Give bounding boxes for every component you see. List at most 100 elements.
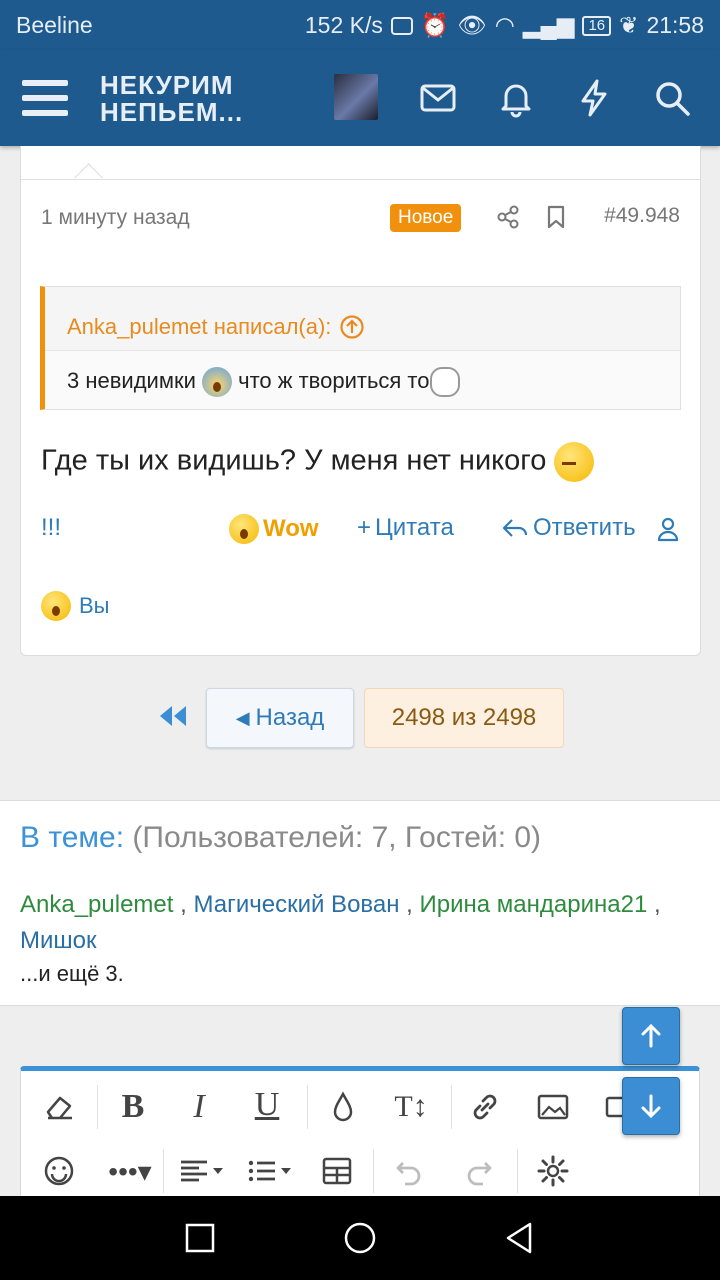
new-badge: Новое xyxy=(390,204,462,232)
prev-page-button[interactable]: ◀ Назад xyxy=(206,688,354,748)
reply-button[interactable]: Ответить xyxy=(501,514,636,542)
wow-emoji-icon xyxy=(229,514,259,544)
more-options-icon[interactable]: •••▾ xyxy=(103,1151,157,1191)
toolbar-divider xyxy=(373,1149,374,1193)
prev-page-label: Назад xyxy=(255,704,325,731)
quote-text: 3 невидимки что ж твориться то xyxy=(45,351,680,397)
post-text: Где ты их видишь? У меня нет никого xyxy=(41,444,547,477)
italic-icon[interactable]: I xyxy=(179,1087,219,1127)
editor-toolbar: B I U T↕ •••▾ xyxy=(20,1066,700,1200)
quote-header[interactable]: Anka_pulemet написал(а): xyxy=(45,287,680,351)
bell-icon[interactable] xyxy=(496,78,536,118)
wow-reaction-button[interactable]: Wow xyxy=(229,514,319,544)
redo-icon[interactable] xyxy=(459,1151,499,1191)
reactions-by: Вы xyxy=(79,593,110,618)
link-icon[interactable] xyxy=(465,1087,505,1127)
online-user[interactable]: Магический Вован xyxy=(193,891,399,918)
scroll-bottom-button[interactable] xyxy=(622,1077,680,1135)
emoji-icon[interactable] xyxy=(39,1151,79,1191)
font-size-icon[interactable]: T↕ xyxy=(383,1087,439,1127)
reactions-summary[interactable]: Вы xyxy=(41,591,110,621)
card-notch xyxy=(71,160,107,178)
arrow-up-circle-icon[interactable] xyxy=(339,314,365,340)
battery-icon: 16 xyxy=(582,15,612,36)
toolbar-divider xyxy=(307,1085,308,1129)
post-number[interactable]: #49.948 xyxy=(604,204,680,228)
quote-author[interactable]: Anka_pulemet написал(а): xyxy=(67,314,331,340)
post-time[interactable]: 1 минуту назад xyxy=(41,206,190,230)
settings-icon[interactable] xyxy=(533,1151,573,1191)
system-nav-bar xyxy=(0,1196,720,1280)
logo-line1: НЕКУРИМ xyxy=(100,70,234,100)
quote-text-part2: что ж твориться то xyxy=(238,367,430,393)
bolt-icon[interactable] xyxy=(574,78,614,118)
home-icon[interactable] xyxy=(342,1220,378,1256)
divider xyxy=(21,179,700,180)
online-users-block: В теме: (Пользователей: 7, Гостей: 0) An… xyxy=(0,800,720,1006)
signal-icon: ▂▄▆ xyxy=(522,12,575,38)
online-title-counts: (Пользователей: 7, Гостей: 0) xyxy=(132,821,542,854)
status-bar: Beeline 152 K/s ⏰ 👁 ◠ ▂▄▆ 16 ❦ 21:58 xyxy=(0,0,720,50)
status-icons: 152 K/s ⏰ 👁 ◠ ▂▄▆ 16 ❦ 21:58 xyxy=(305,12,704,39)
undo-icon[interactable] xyxy=(389,1151,429,1191)
online-user[interactable]: Anka_pulemet xyxy=(20,891,173,918)
align-icon[interactable] xyxy=(175,1151,229,1191)
eye-roll-emoji-icon xyxy=(554,442,595,482)
carrier-label: Beeline xyxy=(16,12,93,38)
leaf-icon: ❦ xyxy=(619,12,639,38)
wifi-icon: ◠ xyxy=(494,12,515,38)
arrow-up-icon xyxy=(641,1023,661,1048)
report-link[interactable]: !!! xyxy=(41,514,61,542)
post-actions: !!! Wow + Цитата Ответить xyxy=(41,514,681,548)
scroll-top-button[interactable] xyxy=(622,1007,680,1065)
page-indicator[interactable]: 2498 из 2498 xyxy=(364,688,564,748)
quote-block: Anka_pulemet написал(а): 3 невидимки что… xyxy=(40,286,681,410)
eyes-emoji-icon xyxy=(429,367,460,397)
reply-label: Ответить xyxy=(533,514,636,541)
plus-icon: + xyxy=(357,514,372,541)
menu-icon[interactable] xyxy=(22,80,68,116)
online-user[interactable]: Мишок xyxy=(20,927,97,954)
bookmark-icon[interactable] xyxy=(545,204,567,230)
alarm-icon: ⏰ xyxy=(420,12,450,38)
post-card: 1 минуту назад Новое #49.948 Anka_puleme… xyxy=(20,146,701,656)
share-icon[interactable] xyxy=(495,204,521,230)
list-icon[interactable] xyxy=(243,1151,297,1191)
scream-emoji-icon xyxy=(202,367,232,397)
text-color-icon[interactable] xyxy=(323,1087,363,1127)
wow-label: Wow xyxy=(263,515,319,542)
logo-line2: НЕПЬЕМ... xyxy=(100,97,244,127)
clock: 21:58 xyxy=(646,12,704,38)
recents-icon[interactable] xyxy=(182,1220,218,1256)
quote-text-part1: 3 невидимки xyxy=(67,367,196,393)
post-message: Где ты их видишь? У меня нет никого xyxy=(41,442,595,482)
eraser-icon[interactable] xyxy=(39,1087,79,1127)
online-title: В теме: (Пользователей: 7, Гостей: 0) xyxy=(20,821,541,855)
site-logo[interactable]: НЕКУРИМ НЕПЬЕМ... xyxy=(100,72,243,126)
image-icon[interactable] xyxy=(533,1087,573,1127)
online-user-list: Anka_pulemet , Магический Вован , Ирина … xyxy=(20,891,661,954)
online-user[interactable]: Ирина мандарина21 xyxy=(420,891,648,918)
bold-icon[interactable]: B xyxy=(113,1087,153,1127)
net-speed: 152 K/s xyxy=(304,12,383,38)
user-icon[interactable] xyxy=(657,516,679,542)
mail-icon[interactable] xyxy=(418,78,458,118)
table-icon[interactable] xyxy=(317,1151,357,1191)
search-icon[interactable] xyxy=(652,78,692,118)
user-avatar[interactable] xyxy=(334,74,378,120)
underline-icon[interactable]: U xyxy=(247,1085,287,1125)
wow-emoji-icon xyxy=(41,591,71,621)
quote-button[interactable]: + Цитата xyxy=(357,514,454,542)
toolbar-divider xyxy=(517,1149,518,1193)
reply-icon xyxy=(502,519,528,537)
online-more: ...и ещё 3. xyxy=(20,961,124,986)
vibrate-icon xyxy=(390,16,413,35)
first-page-icon[interactable] xyxy=(156,704,190,728)
back-icon[interactable] xyxy=(502,1220,538,1256)
online-title-label[interactable]: В теме: xyxy=(20,821,124,854)
quote-label: Цитата xyxy=(375,514,454,541)
toolbar-divider xyxy=(451,1085,452,1129)
top-navbar: НЕКУРИМ НЕПЬЕМ... xyxy=(0,50,720,146)
arrow-down-icon xyxy=(641,1094,661,1119)
caret-left-icon: ◀ xyxy=(235,707,250,728)
